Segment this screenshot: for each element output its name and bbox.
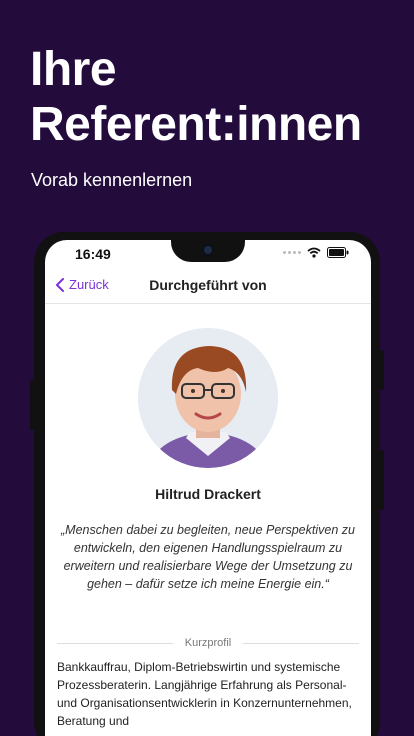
phone-side-button	[30, 380, 34, 430]
hero-subtitle: Vorab kennenlernen	[31, 170, 193, 190]
phone-side-button	[380, 450, 384, 510]
camera-icon	[202, 244, 214, 256]
hero-title: Ihre Referent:innen	[30, 42, 362, 152]
wifi-icon	[307, 247, 321, 258]
divider-line	[243, 642, 359, 644]
status-time: 16:49	[75, 246, 111, 262]
battery-icon	[327, 247, 349, 258]
phone-notch	[171, 238, 245, 262]
profile-text: Bankkauffrau, Diplom-Betriebswirtin und …	[57, 660, 352, 728]
speaker-avatar	[138, 328, 278, 468]
hero-title-line1: Ihre	[30, 43, 117, 96]
divider-line	[57, 642, 173, 644]
hero-title-line2: Referent:innen	[30, 98, 362, 151]
speaker-quote: „Menschen dabei zu begleiten, neue Persp…	[61, 523, 355, 591]
nav-bar: Zurück Durchgeführt von	[45, 268, 371, 304]
profile-divider: Kurzprofil	[57, 637, 359, 649]
profile-heading: Kurzprofil	[184, 637, 232, 649]
page-title: Durchgeführt von	[149, 277, 267, 293]
phone-screen: 16:49 Zurück Durchgeführt von Hiltrud Dr…	[45, 240, 371, 736]
speaker-name: Hiltrud Drackert	[155, 486, 261, 502]
phone-side-button	[380, 350, 384, 390]
signal-dots-icon	[283, 251, 301, 254]
status-icons	[283, 247, 349, 258]
